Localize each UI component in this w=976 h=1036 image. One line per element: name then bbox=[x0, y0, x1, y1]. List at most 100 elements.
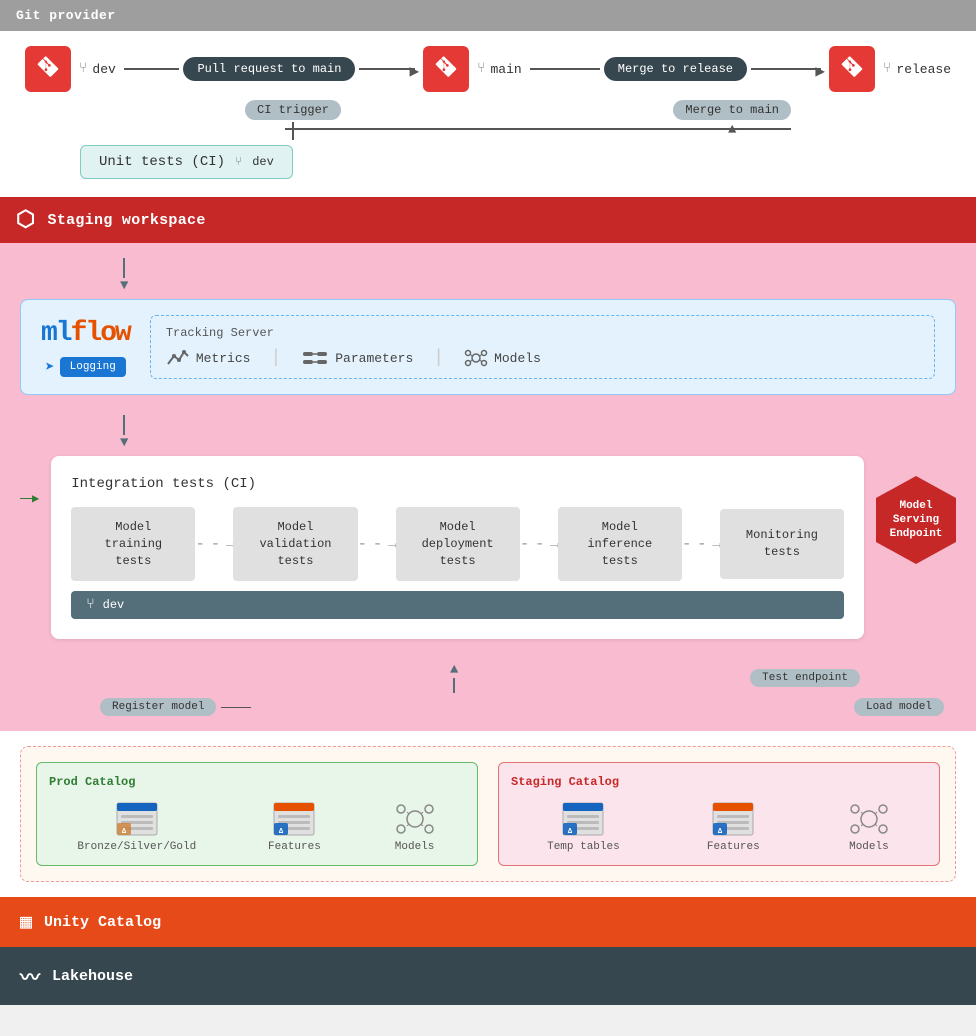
staging-workspace-label: Staging workspace bbox=[48, 212, 206, 229]
dev-branch-text: dev bbox=[92, 62, 115, 77]
main-branch-icon: ⑂ bbox=[477, 61, 485, 77]
dev-bar: ⑂ dev bbox=[71, 591, 844, 619]
dev-bar-icon: ⑂ bbox=[86, 597, 94, 613]
main-branch-text: main bbox=[491, 62, 522, 77]
ci-trigger-label: CI trigger bbox=[245, 100, 341, 120]
top-section: ⑂ dev Pull request to main ▶ ⑂ main bbox=[0, 31, 976, 189]
git-provider-bar: Git provider bbox=[0, 0, 976, 31]
lakehouse-bar: 〰 Lakehouse bbox=[0, 947, 976, 1005]
staging-catalog-items: Δ Temp tables bbox=[511, 801, 927, 853]
prod-bronze-silver-gold: Δ Bronze/Silver/Gold bbox=[77, 801, 196, 853]
tracking-models: Models bbox=[464, 348, 541, 368]
model-serving-endpoint-wrapper: Model Serving Endpoint bbox=[876, 476, 956, 564]
integration-tests-wrapper: ▶ Integration tests (CI) Model training … bbox=[20, 456, 956, 654]
dashed-arrow-3: - - → bbox=[520, 535, 558, 553]
merge-to-release-btn[interactable]: Merge to release bbox=[604, 57, 747, 81]
model-deployment-tests-box: Model deployment tests bbox=[396, 507, 520, 581]
ci-trigger-row: CI trigger Merge to main ▲ bbox=[25, 100, 951, 140]
action-labels-row: ▲ Test endpoint bbox=[20, 662, 952, 693]
staging-models-icon-wrapper bbox=[847, 801, 891, 837]
arrow-to-pull-request: Pull request to main ▶ bbox=[124, 57, 415, 81]
staging-temp-tables: Δ Temp tables bbox=[547, 801, 620, 853]
unity-catalog-bar: ▦ Unity Catalog bbox=[0, 897, 976, 947]
model-inference-tests-box: Model inference tests bbox=[558, 507, 682, 581]
models-icon-wrapper bbox=[393, 801, 437, 837]
main-git-icon bbox=[423, 46, 469, 92]
inference-up-arrow: ▲ bbox=[450, 662, 458, 693]
tracking-server-title: Tracking Server bbox=[166, 326, 919, 340]
lakehouse-label: Lakehouse bbox=[52, 968, 133, 985]
unity-catalog-section: Prod Catalog bbox=[0, 731, 976, 897]
dev-bar-label: dev bbox=[103, 598, 125, 612]
dashed-arrow-1: - - → bbox=[195, 535, 233, 553]
unit-tests-label: Unit tests (CI) bbox=[99, 154, 225, 170]
integration-box: Integration tests (CI) Model training te… bbox=[51, 456, 864, 639]
dev-git-icon bbox=[25, 46, 71, 92]
tracking-metrics: Metrics bbox=[166, 348, 251, 368]
logging-arrow: ➤ Logging bbox=[45, 357, 126, 377]
register-model-line bbox=[221, 707, 251, 709]
tracking-server-box: Tracking Server Metrics | Parameters | bbox=[150, 315, 935, 379]
release-branch-label: ⑂ release bbox=[883, 61, 951, 77]
release-branch-text: release bbox=[896, 62, 951, 77]
mlflow-logo: mlflow bbox=[41, 318, 130, 349]
staging-models: Models bbox=[847, 801, 891, 853]
git-flow-row: ⑂ dev Pull request to main ▶ ⑂ main bbox=[25, 46, 951, 92]
prod-models: Models bbox=[393, 801, 437, 853]
diagram-wrapper: Git provider ⑂ dev Pull request to main … bbox=[0, 0, 976, 1005]
register-load-row: Register model Load model bbox=[20, 698, 956, 716]
main-branch-label: ⑂ main bbox=[477, 61, 522, 77]
arrow-down-2: ▼ bbox=[20, 415, 956, 451]
merge-to-main-label: Merge to main bbox=[673, 100, 791, 120]
staging-catalog-title: Staging Catalog bbox=[511, 775, 927, 789]
register-model-label: Register model bbox=[100, 698, 216, 716]
test-flow: Model training tests - - → Model validat… bbox=[71, 507, 844, 581]
staging-catalog-box: Staging Catalog bbox=[498, 762, 940, 866]
staging-features-icon-wrapper: Δ bbox=[711, 801, 755, 837]
tracking-parameters: Parameters bbox=[301, 348, 413, 368]
merge-to-main-area: Merge to main ▲ bbox=[673, 100, 791, 138]
unit-tests-box: Unit tests (CI) ⑂ dev bbox=[80, 145, 293, 179]
arrow-to-release: Merge to release ▶ bbox=[530, 57, 821, 81]
model-training-tests-box: Model training tests bbox=[71, 507, 195, 581]
prod-features: Δ Features bbox=[268, 801, 321, 853]
dev-branch-label: ⑂ dev bbox=[79, 61, 116, 77]
unit-tests-branch: dev bbox=[252, 155, 274, 169]
prod-catalog-title: Prod Catalog bbox=[49, 775, 465, 789]
prod-catalog-box: Prod Catalog bbox=[36, 762, 478, 866]
staging-workspace-bar: ⬡ Staging workspace bbox=[0, 197, 976, 243]
arrow-down-1: ▼ bbox=[20, 258, 956, 294]
green-arrow-left: ▶ bbox=[20, 491, 39, 506]
integration-title: Integration tests (CI) bbox=[71, 476, 844, 492]
register-model-area: Register model bbox=[100, 698, 251, 716]
load-model-label: Load model bbox=[854, 698, 944, 716]
unity-catalog-icon: ▦ bbox=[20, 909, 32, 935]
dashed-arrow-4: - - → bbox=[682, 535, 720, 553]
dashed-arrow-2: - - → bbox=[358, 535, 396, 553]
model-validation-tests-box: Model validation tests bbox=[233, 507, 357, 581]
tracking-items: Metrics | Parameters | Models bbox=[166, 348, 919, 368]
lakehouse-icon: 〰 bbox=[20, 961, 40, 991]
staging-area: ▼ mlflow ➤ Logging Tracking Serv bbox=[0, 243, 976, 731]
bronze-icon-wrapper: Δ bbox=[115, 801, 159, 837]
pull-request-btn[interactable]: Pull request to main bbox=[183, 57, 355, 81]
monitoring-tests-box: Monitoring tests bbox=[720, 509, 844, 579]
test-endpoint-label: Test endpoint bbox=[750, 669, 860, 687]
release-branch-icon: ⑂ bbox=[883, 61, 891, 77]
mlflow-logo-area: mlflow ➤ Logging bbox=[41, 318, 130, 377]
release-git-icon bbox=[829, 46, 875, 92]
features-icon-wrapper: Δ bbox=[272, 801, 316, 837]
temp-tables-icon-wrapper: Δ bbox=[561, 801, 605, 837]
mlflow-section: mlflow ➤ Logging Tracking Server bbox=[20, 299, 956, 395]
logging-btn[interactable]: Logging bbox=[60, 357, 126, 377]
staging-icon: ⬡ bbox=[16, 207, 36, 233]
unity-catalog-inner: Prod Catalog bbox=[20, 746, 956, 882]
staging-features: Δ Features bbox=[707, 801, 760, 853]
unit-tests-area: Unit tests (CI) ⑂ dev bbox=[25, 145, 951, 179]
git-provider-label: Git provider bbox=[16, 8, 116, 23]
unity-catalog-label: Unity Catalog bbox=[44, 914, 161, 931]
unit-tests-branch-icon: ⑂ bbox=[235, 155, 242, 169]
model-serving-endpoint: Model Serving Endpoint bbox=[876, 476, 956, 564]
dev-branch-icon: ⑂ bbox=[79, 61, 87, 77]
catalogs-row: Prod Catalog bbox=[36, 762, 940, 866]
